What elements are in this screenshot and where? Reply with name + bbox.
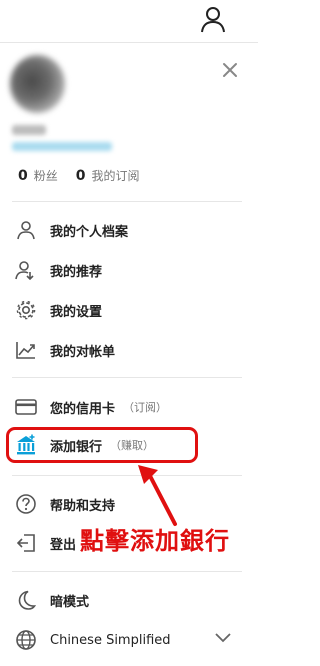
highlight-box (6, 427, 198, 463)
menu-label: 我的对帐单 (50, 344, 116, 360)
menu-item-logout[interactable]: 登出 (15, 530, 76, 556)
credit-card-icon (15, 396, 37, 418)
divider (12, 475, 242, 476)
menu-label: 暗模式 (50, 594, 90, 610)
close-icon[interactable] (221, 61, 239, 79)
menu-label: 我的推荐 (50, 264, 103, 280)
menu-label: 我的个人档案 (50, 224, 129, 240)
menu-item-statement[interactable]: 我的对帐单 (15, 337, 115, 363)
menu-item-recommendations[interactable]: 我的推荐 (15, 257, 102, 283)
menu-label: 帮助和支持 (50, 498, 116, 514)
user-icon[interactable] (200, 5, 226, 33)
menu-item-help[interactable]: 帮助和支持 (15, 491, 115, 517)
menu-label: 我的设置 (50, 304, 103, 320)
divider (12, 201, 242, 202)
menu-label: 您的信用卡 (50, 401, 116, 417)
language-label: Chinese Simplified (50, 632, 171, 648)
subscriptions-label[interactable]: 我的订阅 (92, 169, 140, 183)
menu-label: 登出 (50, 537, 77, 553)
menu-item-dark-mode[interactable]: 暗模式 (15, 587, 89, 613)
divider (12, 377, 242, 378)
chevron-down-icon[interactable] (214, 632, 232, 644)
user-name-redacted (12, 125, 46, 135)
menu-item-language[interactable]: Chinese Simplified (15, 627, 171, 653)
menu-item-settings[interactable]: 我的设置 (15, 297, 102, 323)
annotation-text: 點擊添加銀行 (80, 527, 230, 555)
person-icon (15, 219, 37, 241)
avatar[interactable] (10, 55, 65, 113)
profile-stats: 0 粉丝 0 我的订阅 (18, 167, 158, 184)
top-bar (0, 0, 258, 43)
followers-count[interactable]: 0 (18, 168, 28, 184)
person-add-icon (15, 259, 37, 281)
user-email-redacted (12, 142, 112, 151)
logout-icon (15, 532, 37, 554)
followers-label[interactable]: 粉丝 (34, 169, 58, 183)
annotation-arrow (138, 465, 177, 526)
moon-icon (15, 589, 37, 611)
gear-icon (15, 299, 37, 321)
chart-icon (15, 339, 37, 361)
menu-item-profile[interactable]: 我的个人档案 (15, 217, 128, 243)
help-icon (15, 493, 37, 515)
subscriptions-count[interactable]: 0 (76, 168, 86, 184)
divider (12, 571, 242, 572)
menu-item-credit-card[interactable]: 您的信用卡 （订阅） (15, 394, 167, 420)
menu-sublabel: （订阅） (123, 401, 168, 414)
globe-icon (15, 629, 37, 651)
